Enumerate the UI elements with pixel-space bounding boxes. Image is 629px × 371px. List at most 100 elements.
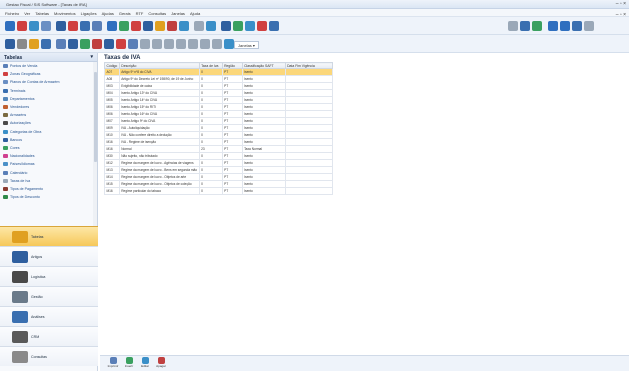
toolbar-button-2[interactable] — [17, 21, 27, 31]
nav-button[interactable]: Análises — [0, 306, 98, 326]
toolbar2-button-16[interactable] — [188, 39, 198, 49]
toolbar2-button-13[interactable] — [152, 39, 162, 49]
table-row[interactable]: M16 Normal 23 PT Taxa Normal — [104, 145, 333, 153]
menu-item[interactable]: Janelas — [171, 11, 185, 16]
toolbar2-button-6[interactable] — [68, 39, 78, 49]
toolbar-button-10[interactable] — [119, 21, 129, 31]
menu-item[interactable]: Movimentos — [54, 11, 76, 16]
toolbar2-button-12[interactable] — [140, 39, 150, 49]
nav-button[interactable]: Logística — [0, 266, 98, 286]
toolbar-button-13[interactable] — [155, 21, 165, 31]
menu-item[interactable]: Ajuda — [190, 11, 200, 16]
sidebar-item[interactable]: Vendedores — [0, 103, 97, 111]
windows-dropdown[interactable]: Janelas ▾ — [234, 41, 259, 49]
table-row[interactable]: M15 Regime da margem de lucro - Objetos d… — [104, 180, 333, 188]
bottom-button[interactable]: Inserir — [122, 357, 136, 370]
sidebar-item[interactable]: Calendário — [0, 168, 97, 176]
table-row[interactable]: M14 Regime da margem de lucro - Objetos d… — [104, 173, 333, 181]
toolbar-button-16[interactable] — [194, 21, 204, 31]
toolbar-button-8[interactable] — [92, 21, 102, 31]
bottom-button[interactable]: Editar — [138, 357, 152, 370]
toolbar-button-24[interactable] — [520, 21, 530, 31]
menu-item[interactable]: RTF — [136, 11, 144, 16]
sidebar-item[interactable]: Países/Idiomas — [0, 160, 97, 168]
toolbar-button-25[interactable] — [532, 21, 542, 31]
table-row[interactable]: M30 Não sujeito, não tributado 0 PT Isento — [104, 152, 333, 160]
menu-item[interactable]: Tabelas — [35, 11, 49, 16]
toolbar-button-11[interactable] — [131, 21, 141, 31]
toolbar2-button-4[interactable] — [41, 39, 51, 49]
sidebar-item[interactable]: Zonas Geográficas — [0, 70, 97, 78]
table-row[interactable]: M07 Isento Artigo 9º do CIVA 0 PT Isento — [104, 117, 333, 125]
menu-item[interactable]: Ajudas — [102, 11, 114, 16]
table-row[interactable]: M03 Exigibilidade de caixa 0 PT Isento — [104, 82, 333, 90]
toolbar2-button-2[interactable] — [17, 39, 27, 49]
menu-item[interactable]: Consultas — [148, 11, 166, 16]
nav-button[interactable]: Tabelas — [0, 226, 98, 246]
table-row[interactable]: M06 Isento Artigo 15º do RITI 0 PT Isento — [104, 103, 333, 111]
table-row[interactable]: M16 IVA - Regime de isenção 0 PT Isento — [104, 138, 333, 146]
sidebar-item[interactable]: Terminais — [0, 87, 97, 95]
toolbar-button-23[interactable] — [508, 21, 518, 31]
toolbar-button-22[interactable] — [269, 21, 279, 31]
menu-item[interactable]: Ficheiro — [5, 11, 19, 16]
sidebar-item[interactable]: Pontos de Venda — [0, 62, 97, 70]
nav-button[interactable]: Artigos — [0, 246, 98, 266]
menu-item[interactable]: Gerais — [119, 11, 131, 16]
toolbar-button-6[interactable] — [68, 21, 78, 31]
toolbar-button-15[interactable] — [179, 21, 189, 31]
toolbar2-button-17[interactable] — [200, 39, 210, 49]
sidebar-item[interactable]: Bancos — [0, 136, 97, 144]
table-row[interactable]: M16 Regime particular do tabaco 0 PT Isento — [104, 187, 333, 195]
nav-button[interactable]: Gestão — [0, 286, 98, 306]
toolbar-button-21[interactable] — [257, 21, 267, 31]
toolbar2-button-18[interactable] — [212, 39, 222, 49]
nav-button[interactable]: Consultas — [0, 346, 98, 366]
sidebar-item[interactable]: Nacionalidades — [0, 152, 97, 160]
window-controls[interactable]: – ▫ × — [616, 1, 626, 7]
toolbar-button-20[interactable] — [245, 21, 255, 31]
toolbar2-button-14[interactable] — [164, 39, 174, 49]
table-row[interactable]: M12 Regime da margem de lucro - Agências … — [104, 159, 333, 167]
sidebar-scrollbar[interactable] — [93, 62, 97, 232]
toolbar2-button-3[interactable] — [29, 39, 39, 49]
scrollbar-thumb[interactable] — [93, 72, 97, 162]
sidebar-item[interactable]: Tipos de Desconto — [0, 193, 97, 201]
toolbar-button-29[interactable] — [584, 21, 594, 31]
toolbar2-button-15[interactable] — [176, 39, 186, 49]
sidebar-item[interactable]: Autorizações — [0, 119, 97, 127]
toolbar-button-3[interactable] — [29, 21, 39, 31]
sidebar-item[interactable]: Categorias de Obra — [0, 128, 97, 136]
toolbar-button-5[interactable] — [56, 21, 66, 31]
table-row[interactable]: M05 Isento Artigo 14º do CIVA 0 PT Isento — [104, 96, 333, 104]
toolbar2-button-7[interactable] — [80, 39, 90, 49]
menu-item[interactable]: Ligações — [81, 11, 97, 16]
bottom-button[interactable]: Imprimir — [106, 357, 120, 370]
toolbar-button-26[interactable] — [548, 21, 558, 31]
sidebar-item[interactable]: Planos de Contas de Armazém — [0, 78, 97, 86]
toolbar-button-17[interactable] — [206, 21, 216, 31]
table-row[interactable]: A07 Artigo 9º nº8 do CIVA 0 PT Isento — [104, 68, 333, 76]
sidebar-item[interactable]: Cores — [0, 144, 97, 152]
table-row[interactable]: M10 IVA - Não confere direito a dedução 0 P… — [104, 131, 333, 139]
toolbar-button-1[interactable] — [5, 21, 15, 31]
sidebar-item[interactable]: Armazéns — [0, 111, 97, 119]
sidebar-pin-icon[interactable]: ▾ — [90, 54, 93, 60]
toolbar-button-12[interactable] — [143, 21, 153, 31]
toolbar2-button-11[interactable] — [128, 39, 138, 49]
table-row[interactable]: M09 IVA - Autoliquidação 0 PT Isento — [104, 124, 333, 132]
toolbar-button-18[interactable] — [221, 21, 231, 31]
toolbar-button-4[interactable] — [41, 21, 51, 31]
toolbar2-button-5[interactable] — [56, 39, 66, 49]
toolbar2-button-10[interactable] — [116, 39, 126, 49]
toolbar2-button-9[interactable] — [104, 39, 114, 49]
toolbar-button-19[interactable] — [233, 21, 243, 31]
table-row[interactable]: M13 Regime da margem de lucro - Bens em s… — [104, 166, 333, 174]
sidebar-item[interactable]: Tipos de Pagamento — [0, 185, 97, 193]
table-row[interactable]: M06 Isento Artigo 16º do CIVA 0 PT Isento — [104, 110, 333, 118]
toolbar-button-27[interactable] — [560, 21, 570, 31]
toolbar-button-7[interactable] — [80, 21, 90, 31]
toolbar-button-28[interactable] — [572, 21, 582, 31]
toolbar-button-9[interactable] — [107, 21, 117, 31]
bottom-button[interactable]: Apagar — [154, 357, 168, 370]
